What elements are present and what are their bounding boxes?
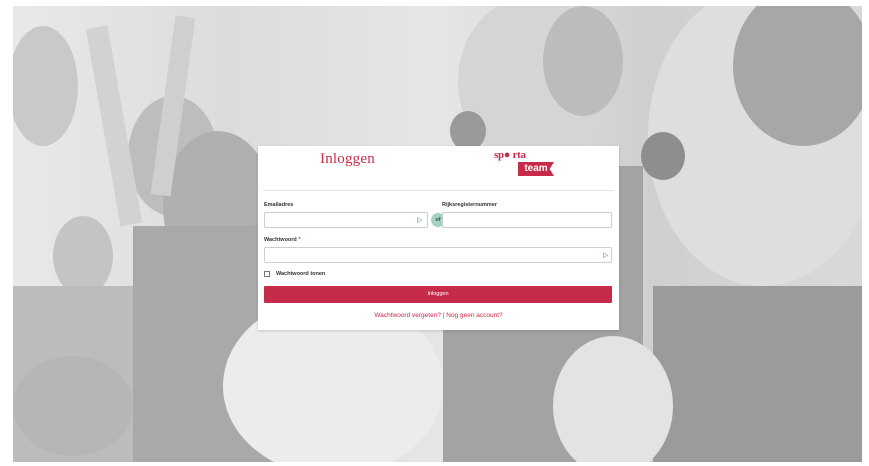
sporta-team-logo: sp● rta team (490, 149, 562, 179)
national-id-field[interactable] (442, 212, 612, 232)
divider (263, 190, 614, 191)
password-field[interactable] (264, 247, 612, 267)
logo-team-tag: team (518, 162, 554, 176)
show-password-label: Wachtwoord tonen (276, 271, 326, 277)
login-card: Inloggen sp● rta team Emailadres Rijksre… (258, 146, 619, 330)
national-id-label: Rijksregisternummer (442, 202, 498, 208)
required-marker: * (298, 237, 301, 243)
show-password-row[interactable]: Wachtwoord tonen (264, 271, 325, 277)
key-icon[interactable]: ▷ (603, 252, 608, 259)
password-label-text: Wachtwoord (264, 237, 297, 243)
national-id-input[interactable] (443, 218, 611, 232)
login-button[interactable]: Inloggen (264, 286, 612, 303)
no-account-link[interactable]: Nog geen account? (446, 312, 502, 319)
password-label: Wachtwoord * (264, 237, 300, 243)
email-field[interactable] (264, 212, 428, 232)
login-title: Inloggen (320, 151, 375, 167)
forgot-password-link[interactable]: Wachtwoord vergeten? (374, 312, 441, 319)
email-label: Emailadres (264, 202, 294, 208)
show-password-checkbox[interactable] (264, 271, 270, 277)
page: Inloggen sp● rta team Emailadres Rijksre… (0, 0, 869, 466)
link-separator: | (442, 312, 445, 319)
email-input[interactable] (265, 218, 427, 232)
password-input[interactable] (265, 253, 611, 267)
account-links: Wachtwoord vergeten? | Nog geen account? (258, 312, 619, 319)
key-icon[interactable]: ▷ (417, 217, 422, 224)
logo-wordmark: sp● rta (494, 149, 526, 161)
